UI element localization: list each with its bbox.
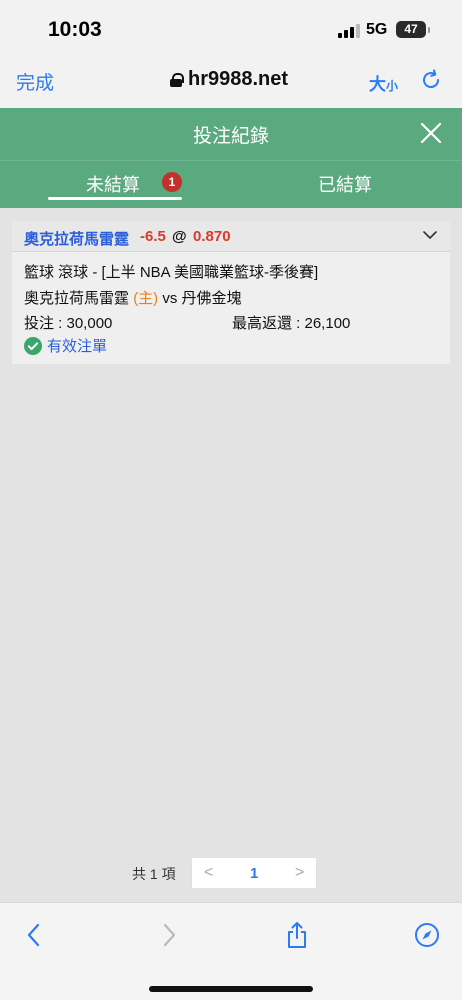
close-icon[interactable]: [420, 122, 442, 144]
active-tab-indicator: [48, 197, 182, 200]
text-size-button[interactable]: 大小: [369, 70, 398, 95]
browser-top-chrome: 10:03 5G 47 完成 hr9988.net 大小: [0, 0, 462, 108]
status-time: 10:03: [48, 18, 102, 41]
bet-odds: 0.870: [193, 228, 231, 245]
status-bar: 10:03 5G 47: [0, 0, 462, 56]
check-circle-icon: [24, 336, 42, 355]
browser-toolbar: [0, 902, 462, 1000]
home-marker: (主): [133, 290, 159, 307]
done-button[interactable]: 完成: [16, 68, 54, 95]
page-number[interactable]: 1: [250, 865, 258, 882]
bet-team: 奧克拉荷馬雷霆: [24, 231, 130, 248]
tab-bar: 未結算 已結算: [0, 160, 462, 208]
bet-status-label: 有效注單: [47, 338, 108, 355]
reload-icon[interactable]: [419, 68, 443, 92]
chevron-down-icon[interactable]: [423, 230, 437, 240]
address-field[interactable]: hr9988.net: [170, 68, 288, 91]
page-title: 投注紀錄: [192, 126, 269, 147]
share-icon[interactable]: [284, 921, 310, 949]
bet-league: 籃球 滾球 - [上半 NBA 美國職業籃球-季後賽]: [24, 264, 319, 281]
url-bar: 完成 hr9988.net 大小: [0, 56, 462, 108]
bet-card-header[interactable]: 奧克拉荷馬雷霆 -6.5 @ 0.870: [12, 221, 450, 252]
lock-icon: [170, 72, 184, 87]
tab-unsettled[interactable]: 未結算: [86, 171, 140, 197]
home-team: 奧克拉荷馬雷霆: [24, 290, 130, 307]
battery-icon: 47: [396, 21, 430, 38]
back-icon[interactable]: [22, 921, 48, 949]
bet-card: 奧克拉荷馬雷霆 -6.5 @ 0.870 籃球 滾球 - [上半 NBA 美國職…: [12, 221, 450, 364]
bet-stake: 投注 : 30,000: [24, 315, 113, 332]
bet-status: 有效注單: [24, 335, 107, 356]
bet-matchup: 奧克拉荷馬雷霆 (主) vs 丹佛金塊: [24, 287, 242, 308]
bet-at: @: [172, 228, 187, 245]
next-page-button[interactable]: >: [295, 864, 304, 882]
text-size-big: 大: [369, 75, 386, 94]
home-indicator: [149, 986, 313, 992]
pagination-total: 共 1 項: [132, 866, 176, 882]
text-size-small: 小: [386, 79, 399, 93]
network-type: 5G: [366, 21, 388, 38]
bet-max-return: 最高返還 : 26,100: [232, 315, 351, 332]
away-team: 丹佛金塊: [181, 290, 242, 307]
bet-handicap: -6.5: [140, 228, 166, 245]
pagination: < 1 >: [191, 857, 317, 889]
vs-label: vs: [162, 290, 178, 307]
app-header: 投注紀錄: [0, 108, 462, 160]
tab-settled[interactable]: 已結算: [318, 171, 372, 197]
prev-page-button[interactable]: <: [204, 864, 213, 882]
signal-icon: [338, 24, 360, 38]
unsettled-count-badge: 1: [162, 172, 182, 192]
forward-icon[interactable]: [155, 921, 181, 949]
url-text: hr9988.net: [188, 68, 289, 90]
compass-icon[interactable]: [414, 921, 440, 949]
